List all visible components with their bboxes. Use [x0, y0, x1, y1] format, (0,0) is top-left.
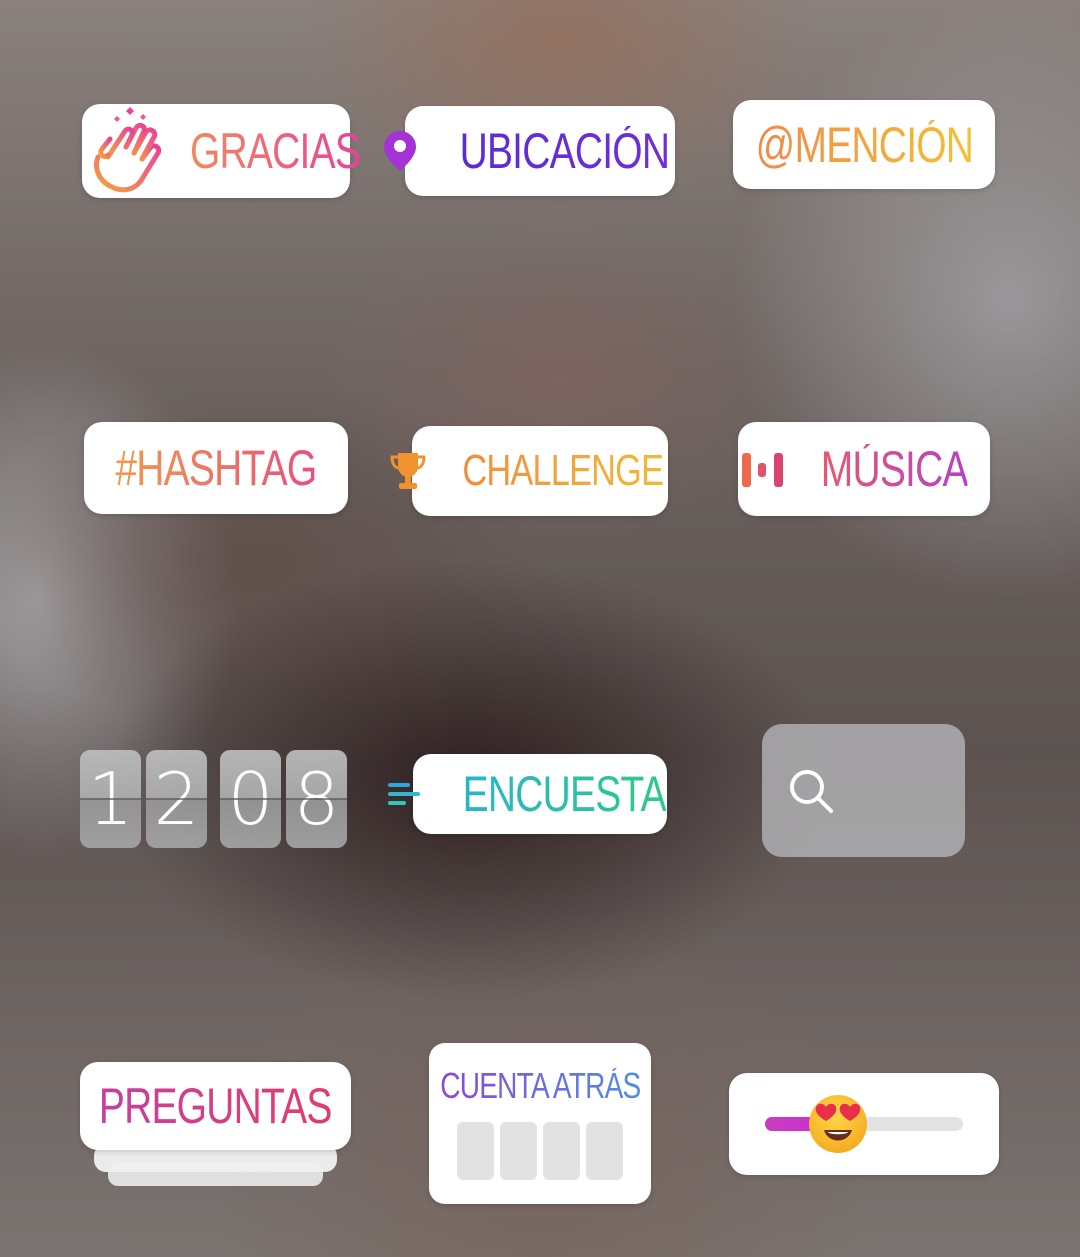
countdown-box [457, 1121, 494, 1180]
preguntas-label: PREGUNTAS [99, 1078, 333, 1134]
search-icon [786, 766, 836, 816]
challenge-sticker[interactable]: CHALLENGE [390, 426, 668, 516]
preguntas-sticker-stack[interactable]: PREGUNTAS [80, 1062, 351, 1186]
clock-digit: 0 [220, 750, 281, 848]
musica-label: MÚSICA [820, 441, 968, 497]
mencion-label: @MENCIÓN [755, 116, 973, 173]
poll-lines-icon [386, 779, 422, 809]
preguntas-sticker[interactable]: PREGUNTAS [80, 1062, 351, 1150]
clock-digit: 1 [80, 750, 141, 848]
cuenta-atras-label: CUENTA ATRÁS [439, 1064, 641, 1106]
cuenta-atras-sticker[interactable]: CUENTA ATRÁS [429, 1043, 651, 1204]
mencion-sticker[interactable]: @MENCIÓN [733, 100, 995, 189]
hashtag-sticker[interactable]: #HASHTAG [84, 422, 348, 514]
ubicacion-label: UBICACIÓN [459, 123, 669, 179]
countdown-boxes [457, 1121, 623, 1180]
countdown-box [500, 1121, 537, 1180]
countdown-box [586, 1121, 623, 1180]
location-pin-icon [382, 129, 418, 173]
slider-track[interactable] [765, 1095, 963, 1153]
encuesta-sticker[interactable]: ENCUESTA [387, 754, 667, 834]
music-bars-icon [740, 447, 788, 491]
clock-digit: 2 [146, 750, 207, 848]
trophy-icon [388, 450, 428, 492]
challenge-label: CHALLENGE [462, 446, 665, 495]
clock-digit: 8 [286, 750, 347, 848]
hashtag-label: #HASHTAG [115, 440, 317, 496]
emoji-slider-sticker[interactable] [729, 1073, 999, 1175]
gracias-sticker[interactable]: GRACIAS [82, 104, 361, 198]
gracias-label: GRACIAS [189, 123, 361, 179]
search-sticker[interactable] [762, 724, 965, 857]
encuesta-label: ENCUESTA [462, 766, 666, 822]
countdown-box [543, 1121, 580, 1180]
ubicacion-sticker[interactable]: UBICACIÓN [383, 106, 675, 196]
heart-eyes-emoji-icon[interactable] [806, 1092, 870, 1156]
clapping-hands-icon [84, 105, 176, 197]
clock-sticker[interactable]: 1 2 0 8 [80, 750, 350, 848]
musica-sticker[interactable]: MÚSICA [738, 422, 990, 516]
